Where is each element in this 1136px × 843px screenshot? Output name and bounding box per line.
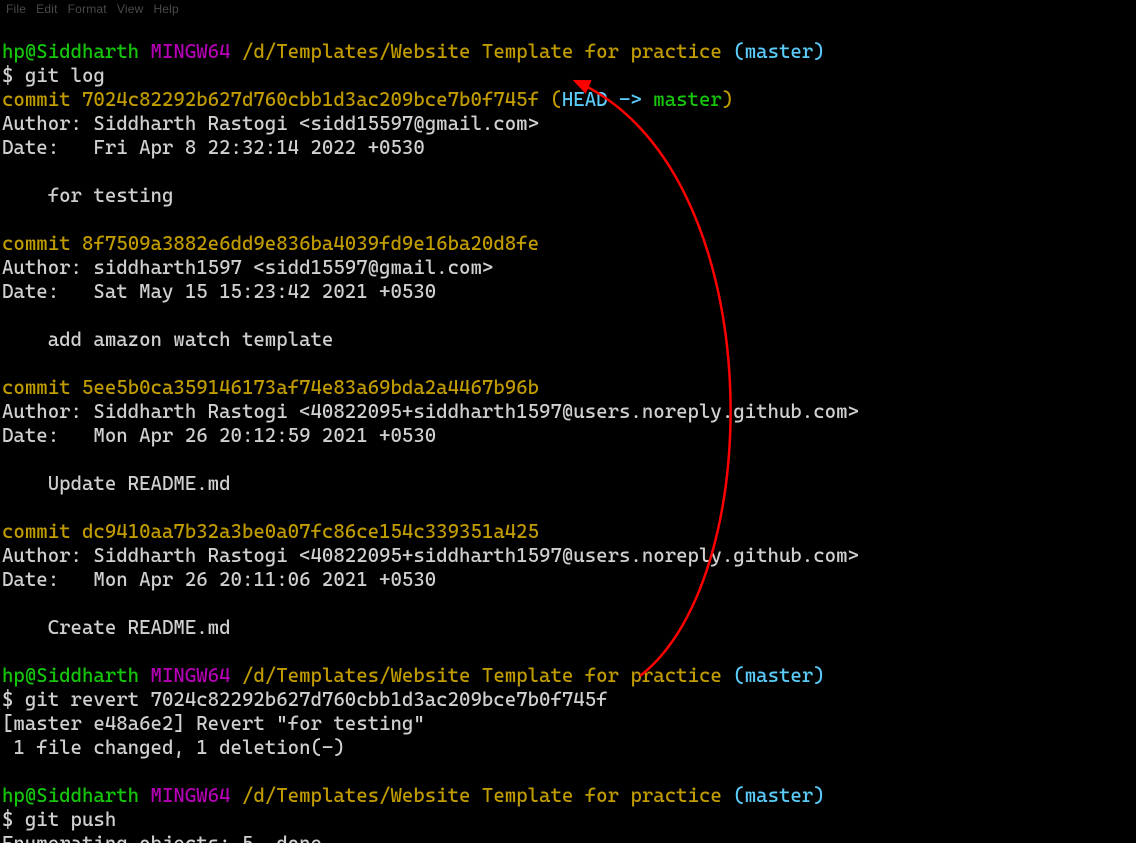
revert-output: [master e48a6e2] Revert "for testing" xyxy=(2,712,425,735)
revert-output: 1 file changed, 1 deletion(-) xyxy=(2,736,345,759)
commit-label: commit xyxy=(2,520,82,543)
commit-message: Update README.md xyxy=(2,472,231,495)
terminal-output: hp@Siddharth MINGW64 /d/Templates/Websit… xyxy=(0,16,1136,843)
commit-hash: 7024c82292b627d760cbb1d3ac209bce7b0f745f xyxy=(82,88,539,111)
commit-date: Date: Fri Apr 8 22:32:14 2022 +0530 xyxy=(2,136,425,159)
menu-file[interactable]: File xyxy=(6,2,26,16)
prompt-userhost: hp@Siddharth xyxy=(2,664,139,687)
menu-format[interactable]: Format xyxy=(68,2,107,16)
head-ref: HEAD -> xyxy=(562,88,653,111)
commit-message: add amazon watch template xyxy=(2,328,333,351)
command-git-log: $ git log xyxy=(2,64,105,87)
menu-edit[interactable]: Edit xyxy=(36,2,57,16)
push-output: Enumerating objects: 5, done. xyxy=(2,832,333,843)
commit-message: Create README.md xyxy=(2,616,231,639)
commit-author: Author: siddharth1597 <sidd15597@gmail.c… xyxy=(2,256,493,279)
prompt-env: MINGW64 xyxy=(151,664,231,687)
commit-author: Author: Siddharth Rastogi <sidd15597@gma… xyxy=(2,112,539,135)
prompt-env: MINGW64 xyxy=(151,40,231,63)
commit-hash: 5ee5b0ca359146173af74e83a69bda2a4467b96b xyxy=(82,376,539,399)
refs-open: ( xyxy=(539,88,562,111)
commit-hash: dc9410aa7b32a3be0a07fc86ce154c339351a425 xyxy=(82,520,539,543)
prompt-path: /d/Templates/Website Template for practi… xyxy=(242,40,722,63)
prompt-branch: (master) xyxy=(733,664,824,687)
menu-help[interactable]: Help xyxy=(153,2,178,16)
refs-close: ) xyxy=(722,88,733,111)
prompt-branch: (master) xyxy=(733,784,824,807)
prompt-userhost: hp@Siddharth xyxy=(2,784,139,807)
prompt-env: MINGW64 xyxy=(151,784,231,807)
window-menubar: File Edit Format View Help xyxy=(0,0,1136,16)
command-git-push: $ git push xyxy=(2,808,116,831)
command-git-revert: $ git revert 7024c82292b627d760cbb1d3ac2… xyxy=(2,688,608,711)
commit-label: commit xyxy=(2,232,82,255)
prompt-userhost: hp@Siddharth xyxy=(2,40,139,63)
commit-label: commit xyxy=(2,376,82,399)
commit-date: Date: Sat May 15 15:23:42 2021 +0530 xyxy=(2,280,436,303)
branch-ref: master xyxy=(653,88,722,111)
commit-label: commit xyxy=(2,88,82,111)
commit-date: Date: Mon Apr 26 20:11:06 2021 +0530 xyxy=(2,568,436,591)
commit-hash: 8f7509a3882e6dd9e836ba4039fd9e16ba20d8fe xyxy=(82,232,539,255)
commit-message: for testing xyxy=(2,184,173,207)
prompt-branch: (master) xyxy=(733,40,824,63)
commit-date: Date: Mon Apr 26 20:12:59 2021 +0530 xyxy=(2,424,436,447)
commit-author: Author: Siddharth Rastogi <40822095+sidd… xyxy=(2,544,859,567)
menu-view[interactable]: View xyxy=(117,2,144,16)
commit-author: Author: Siddharth Rastogi <40822095+sidd… xyxy=(2,400,859,423)
prompt-path: /d/Templates/Website Template for practi… xyxy=(242,664,722,687)
prompt-path: /d/Templates/Website Template for practi… xyxy=(242,784,722,807)
